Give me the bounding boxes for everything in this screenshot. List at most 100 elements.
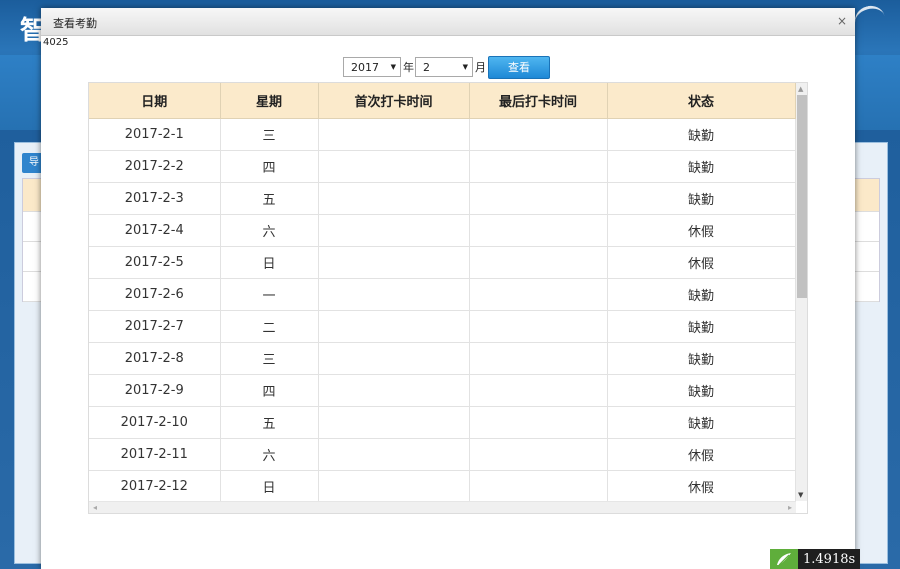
cell-last-punch	[469, 310, 608, 343]
table-row[interactable]: 2017-2-5 日 休假	[89, 246, 796, 279]
cell-date: 2017-2-6	[89, 278, 221, 311]
user-id-label: 4025	[43, 37, 69, 48]
cell-last-punch	[469, 406, 608, 439]
cell-last-punch	[469, 278, 608, 311]
cell-status: 休假	[607, 470, 796, 503]
cell-last-punch	[469, 214, 608, 247]
cell-status: 缺勤	[607, 150, 796, 183]
cell-weekday: 日	[220, 470, 319, 503]
cell-date: 2017-2-10	[89, 406, 221, 439]
load-timer-badge: 1.4918s	[770, 549, 861, 569]
load-time-text: 1.4918s	[803, 551, 856, 567]
cell-date: 2017-2-7	[89, 310, 221, 343]
cell-weekday: 四	[220, 374, 319, 407]
cell-status: 休假	[607, 214, 796, 247]
cell-first-punch	[318, 118, 470, 151]
table-row[interactable]: 2017-2-10 五 缺勤	[89, 406, 796, 439]
cell-weekday: 一	[220, 278, 319, 311]
cell-status: 缺勤	[607, 342, 796, 375]
cell-date: 2017-2-1	[89, 118, 221, 151]
cell-weekday: 五	[220, 406, 319, 439]
cell-first-punch	[318, 246, 470, 279]
attendance-dialog: 查看考勤 × 4025 2017 ▼ 年 2 ▼ 月 查看 日期 星期 首次打卡…	[41, 8, 855, 569]
dropdown-arrow-icon: ▼	[390, 63, 396, 71]
scroll-left-arrow-icon[interactable]: ◂	[93, 503, 97, 512]
cell-first-punch	[318, 278, 470, 311]
column-header-last-punch[interactable]: 最后打卡时间	[469, 83, 608, 119]
month-select-value: 2	[423, 60, 430, 74]
cell-first-punch	[318, 214, 470, 247]
table-body: 2017-2-1 三缺勤 2017-2-2 四缺勤 2017-2-3 五缺勤 2017-2-…	[89, 118, 796, 513]
cell-date: 2017-2-12	[89, 470, 221, 503]
column-header-date[interactable]: 日期	[89, 83, 221, 119]
column-header-status[interactable]: 状态	[607, 83, 796, 119]
scrollbar-thumb[interactable]	[797, 95, 807, 298]
cell-first-punch	[318, 342, 470, 375]
cell-date: 2017-2-3	[89, 182, 221, 215]
close-icon[interactable]: ×	[837, 14, 847, 28]
cell-weekday: 五	[220, 182, 319, 215]
cell-last-punch	[469, 150, 608, 183]
year-select-value: 2017	[351, 60, 379, 74]
cell-last-punch	[469, 342, 608, 375]
cell-last-punch	[469, 470, 608, 503]
scroll-up-arrow-icon[interactable]: ▲	[798, 85, 803, 93]
scroll-down-arrow-icon[interactable]: ▼	[798, 491, 803, 499]
attendance-table: 日期 星期 首次打卡时间 最后打卡时间 状态 2017-2-1 三缺勤 2017-2…	[89, 83, 796, 513]
dropdown-arrow-icon: ▼	[462, 63, 468, 71]
cell-status: 缺勤	[607, 406, 796, 439]
cell-date: 2017-2-2	[89, 150, 221, 183]
table-row[interactable]: 2017-2-9 四 缺勤	[89, 374, 796, 407]
scrollbar-corner	[796, 501, 807, 513]
dialog-title: 查看考勤	[53, 17, 97, 30]
view-button[interactable]: 查看	[488, 55, 550, 79]
cell-last-punch	[469, 374, 608, 407]
cell-date: 2017-2-9	[89, 374, 221, 407]
cell-weekday: 三	[220, 118, 319, 151]
cell-date: 2017-2-4	[89, 214, 221, 247]
table-row[interactable]: 2017-2-6 一 缺勤	[89, 278, 796, 311]
table-row[interactable]: 2017-2-4 六 休假	[89, 214, 796, 247]
table-row[interactable]: 2017-2-7 二 缺勤	[89, 310, 796, 343]
cell-first-punch	[318, 470, 470, 503]
cell-date: 2017-2-11	[89, 438, 221, 471]
cell-weekday: 四	[220, 150, 319, 183]
vertical-scrollbar[interactable]: ▲ ▼	[796, 83, 807, 501]
cell-status: 缺勤	[607, 182, 796, 215]
column-header-first-punch[interactable]: 首次打卡时间	[318, 83, 470, 119]
year-select[interactable]: 2017 ▼	[343, 57, 401, 77]
attendance-grid[interactable]: 日期 星期 首次打卡时间 最后打卡时间 状态 2017-2-1 三缺勤 2017-2…	[88, 82, 808, 514]
cell-date: 2017-2-5	[89, 246, 221, 279]
horizontal-scrollbar[interactable]: ◂ ▸	[89, 501, 796, 513]
logo-swoosh-icon	[852, 2, 888, 37]
table-header-row: 日期 星期 首次打卡时间 最后打卡时间 状态	[89, 83, 796, 119]
cell-status: 休假	[607, 438, 796, 471]
dialog-titlebar[interactable]: 查看考勤 ×	[41, 8, 855, 36]
table-row[interactable]: 2017-2-3 五 缺勤	[89, 182, 796, 215]
cell-first-punch	[318, 310, 470, 343]
cell-last-punch	[469, 438, 608, 471]
cell-weekday: 二	[220, 310, 319, 343]
cell-first-punch	[318, 438, 470, 471]
table-row[interactable]: 2017-2-1 三 缺勤	[89, 118, 796, 151]
cell-first-punch	[318, 150, 470, 183]
scroll-right-arrow-icon[interactable]: ▸	[788, 503, 792, 512]
cell-last-punch	[469, 118, 608, 151]
table-row[interactable]: 2017-2-12 日 休假	[89, 470, 796, 503]
table-row[interactable]: 2017-2-11 六 休假	[89, 438, 796, 471]
cell-status: 缺勤	[607, 278, 796, 311]
cell-first-punch	[318, 182, 470, 215]
cell-weekday: 日	[220, 246, 319, 279]
cell-date: 2017-2-8	[89, 342, 221, 375]
cell-status: 缺勤	[607, 374, 796, 407]
month-unit-label: 月	[475, 61, 486, 74]
cell-weekday: 六	[220, 438, 319, 471]
date-filter-toolbar: 2017 ▼ 年 2 ▼ 月 查看	[343, 55, 550, 79]
table-row[interactable]: 2017-2-2 四 缺勤	[89, 150, 796, 183]
column-header-weekday[interactable]: 星期	[220, 83, 319, 119]
table-row[interactable]: 2017-2-8 三 缺勤	[89, 342, 796, 375]
cell-last-punch	[469, 182, 608, 215]
year-unit-label: 年	[403, 61, 414, 74]
cell-weekday: 三	[220, 342, 319, 375]
month-select[interactable]: 2 ▼	[415, 57, 473, 77]
